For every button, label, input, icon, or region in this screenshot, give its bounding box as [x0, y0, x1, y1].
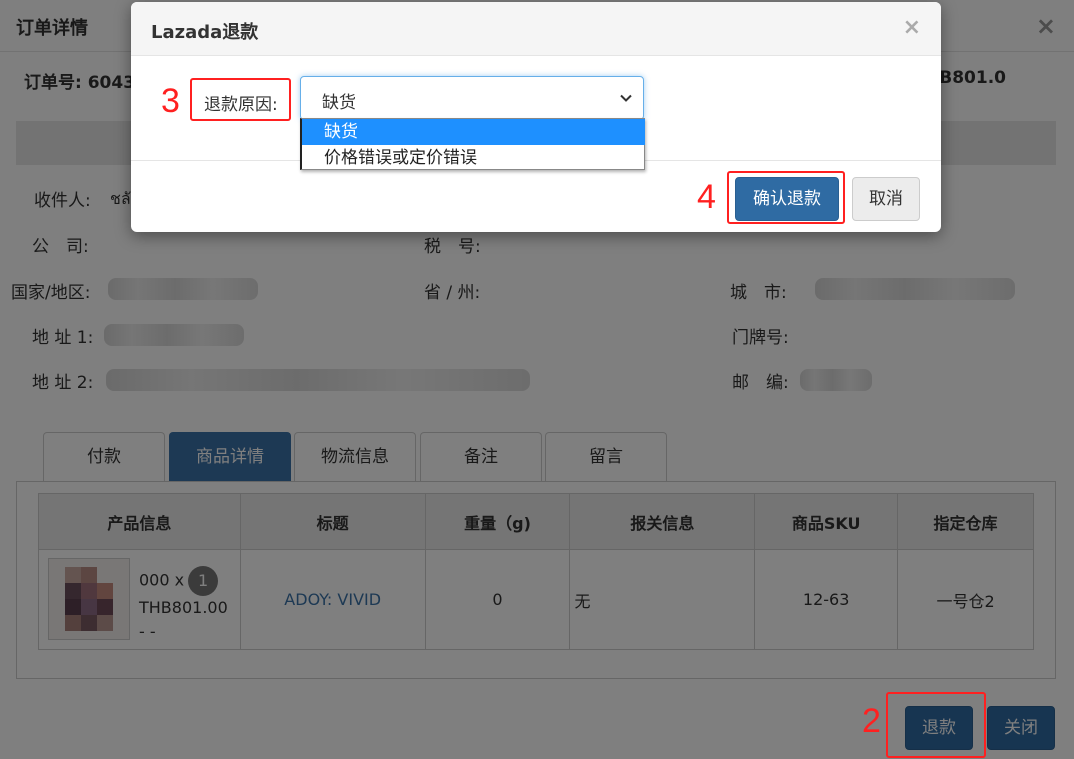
annotation-step-4: 4 — [697, 178, 716, 216]
lazada-refund-modal: Lazada退款 × 退款原因: 缺货 确认退款 取消 缺货 价格错误或定价错误… — [131, 2, 941, 232]
annotation-step-2: 2 — [862, 702, 881, 740]
refund-reason-selected-value: 缺货 — [322, 93, 356, 113]
close-icon[interactable]: × — [903, 15, 921, 40]
annotation-box-reason — [190, 78, 291, 121]
refund-reason-select[interactable]: 缺货 — [300, 76, 644, 120]
chevron-down-icon — [620, 94, 632, 102]
modal-header: Lazada退款 × — [131, 2, 941, 56]
modal-title: Lazada退款 — [151, 22, 259, 43]
refund-reason-dropdown: 缺货 价格错误或定价错误 — [300, 118, 645, 170]
annotation-step-3: 3 — [161, 82, 180, 120]
cancel-button[interactable]: 取消 — [852, 177, 920, 221]
annotation-box-refund — [886, 692, 986, 758]
dropdown-option-pricing-error[interactable]: 价格错误或定价错误 — [302, 145, 645, 171]
annotation-box-confirm — [727, 171, 845, 224]
dropdown-option-out-of-stock[interactable]: 缺货 — [302, 119, 645, 145]
